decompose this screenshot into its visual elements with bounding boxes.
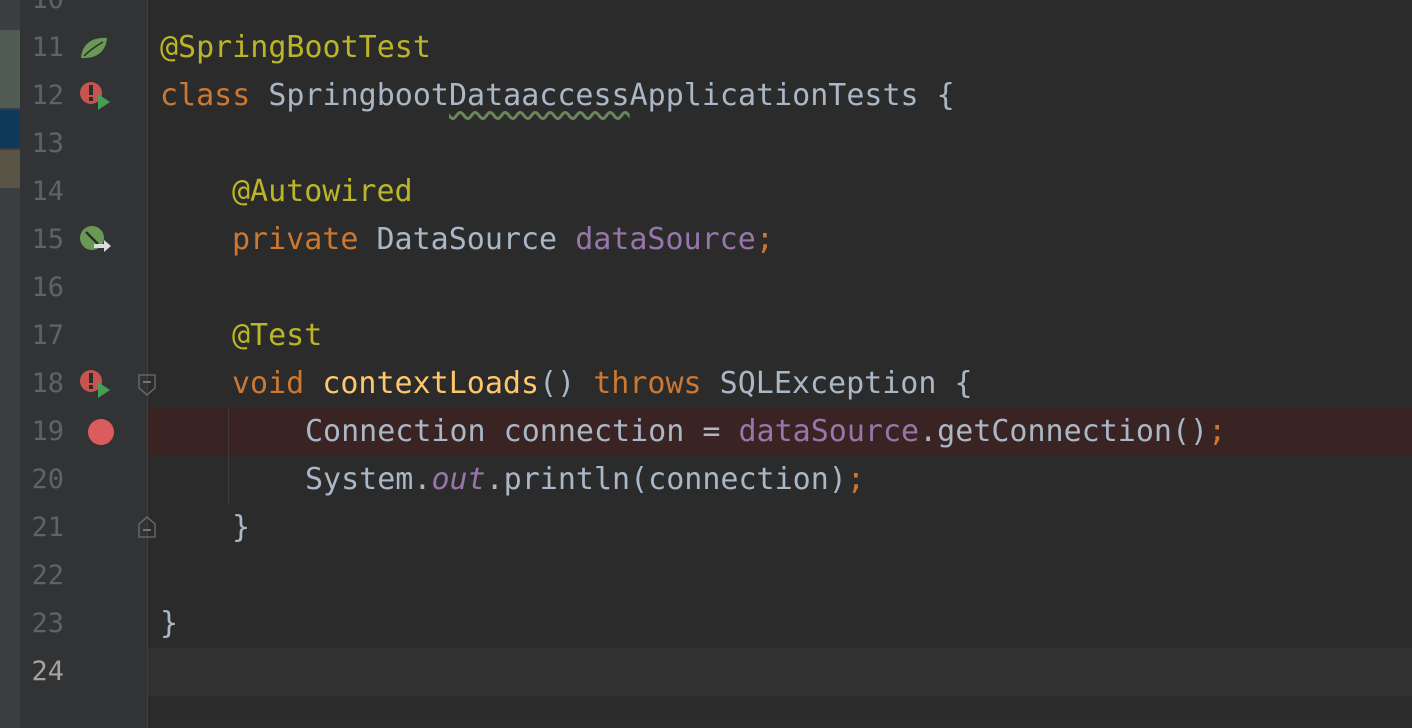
line-number: 19: [31, 416, 64, 447]
code-line-11[interactable]: 11 @SpringBootTest: [0, 24, 1412, 72]
line-number: 17: [31, 320, 64, 351]
line-number: 11: [31, 32, 64, 63]
code-line-13[interactable]: 13: [0, 120, 1412, 168]
line-number: 24: [31, 656, 64, 687]
line-number: 10: [20, 0, 64, 24]
breakpoint-icon[interactable]: [86, 418, 116, 446]
method-name: contextLoads: [322, 366, 540, 401]
connection-decl: Connection connection =: [305, 414, 739, 449]
code-line-23[interactable]: 23 }: [0, 600, 1412, 648]
code-line-17[interactable]: 17 @Test: [0, 312, 1412, 360]
code-line-19[interactable]: 19 Connection connection = dataSource.ge…: [0, 408, 1412, 456]
println-call: .println(connection): [485, 462, 847, 497]
spring-autowired-navigate-icon[interactable]: [78, 224, 112, 256]
code-line-24[interactable]: 24: [0, 648, 1412, 696]
system-ref: System.: [305, 462, 432, 497]
method-params: (): [539, 366, 594, 401]
method-declaration: void contextLoads() throws SQLException …: [232, 360, 973, 408]
println-statement: System.out.println(connection);: [305, 456, 865, 504]
run-test-error-icon[interactable]: [78, 80, 112, 112]
fold-end-icon[interactable]: [138, 516, 156, 538]
spring-bean-icon[interactable]: [78, 34, 110, 62]
class-declaration: class SpringbootDataaccessApplicationTes…: [160, 72, 955, 120]
run-test-error-icon[interactable]: [78, 368, 112, 400]
field-declaration: private DataSource dataSource;: [232, 216, 774, 264]
class-name-typo: Dataaccess: [449, 78, 630, 113]
line-number: 15: [31, 224, 64, 255]
connection-statement: Connection connection = dataSource.getCo…: [305, 408, 1226, 456]
keyword-void: void: [232, 366, 305, 401]
fold-collapse-icon[interactable]: [138, 374, 156, 396]
semicolon: ;: [755, 222, 774, 257]
code-line-15[interactable]: 15 private DataSource dataSource;: [0, 216, 1412, 264]
method-close-brace: }: [232, 510, 251, 545]
indent-guide: [228, 408, 229, 504]
line-number: 22: [31, 560, 64, 591]
line-number: 18: [31, 368, 64, 399]
line-number: 20: [31, 464, 64, 495]
class-name-end: ApplicationTests {: [629, 78, 955, 113]
code-line-12[interactable]: 12 class SpringbootDataaccessApplication…: [0, 72, 1412, 120]
code-line-18[interactable]: 18 void contextLoads() throws SQLExcepti…: [0, 360, 1412, 408]
code-line-10[interactable]: 10: [0, 0, 1412, 24]
line-number: 14: [31, 176, 64, 207]
keyword-private: private: [232, 222, 359, 257]
line-number: 16: [31, 272, 64, 303]
code-line-21[interactable]: 21 }: [0, 504, 1412, 552]
line-number: 23: [31, 608, 64, 639]
keyword-throws: throws: [593, 366, 702, 401]
code-line-22[interactable]: 22: [0, 552, 1412, 600]
keyword-class: class: [160, 78, 251, 113]
code-line-20[interactable]: 20 System.out.println(connection);: [0, 456, 1412, 504]
exception-type: SQLException {: [701, 366, 973, 401]
code-line-16[interactable]: 16: [0, 264, 1412, 312]
semicolon: ;: [846, 462, 865, 497]
type-datasource: DataSource: [358, 222, 576, 257]
static-field-out: out: [431, 462, 486, 497]
field-datasource: dataSource: [575, 222, 756, 257]
get-connection-call: .getConnection(): [919, 414, 1209, 449]
line-number: 12: [31, 80, 64, 111]
class-close-brace: }: [160, 606, 179, 641]
line-number: 21: [31, 512, 64, 543]
class-name-part: Springboot: [250, 78, 449, 113]
code-line-14[interactable]: 14 @Autowired: [0, 168, 1412, 216]
annotation-autowired: @Autowired: [232, 174, 413, 209]
caret-line-highlight: [148, 648, 1412, 696]
annotation-test: @Test: [232, 318, 323, 353]
field-datasource-ref: dataSource: [738, 414, 920, 449]
line-number: 13: [31, 128, 64, 159]
semicolon: ;: [1208, 414, 1227, 449]
annotation-springboottest: @SpringBootTest: [160, 30, 431, 65]
